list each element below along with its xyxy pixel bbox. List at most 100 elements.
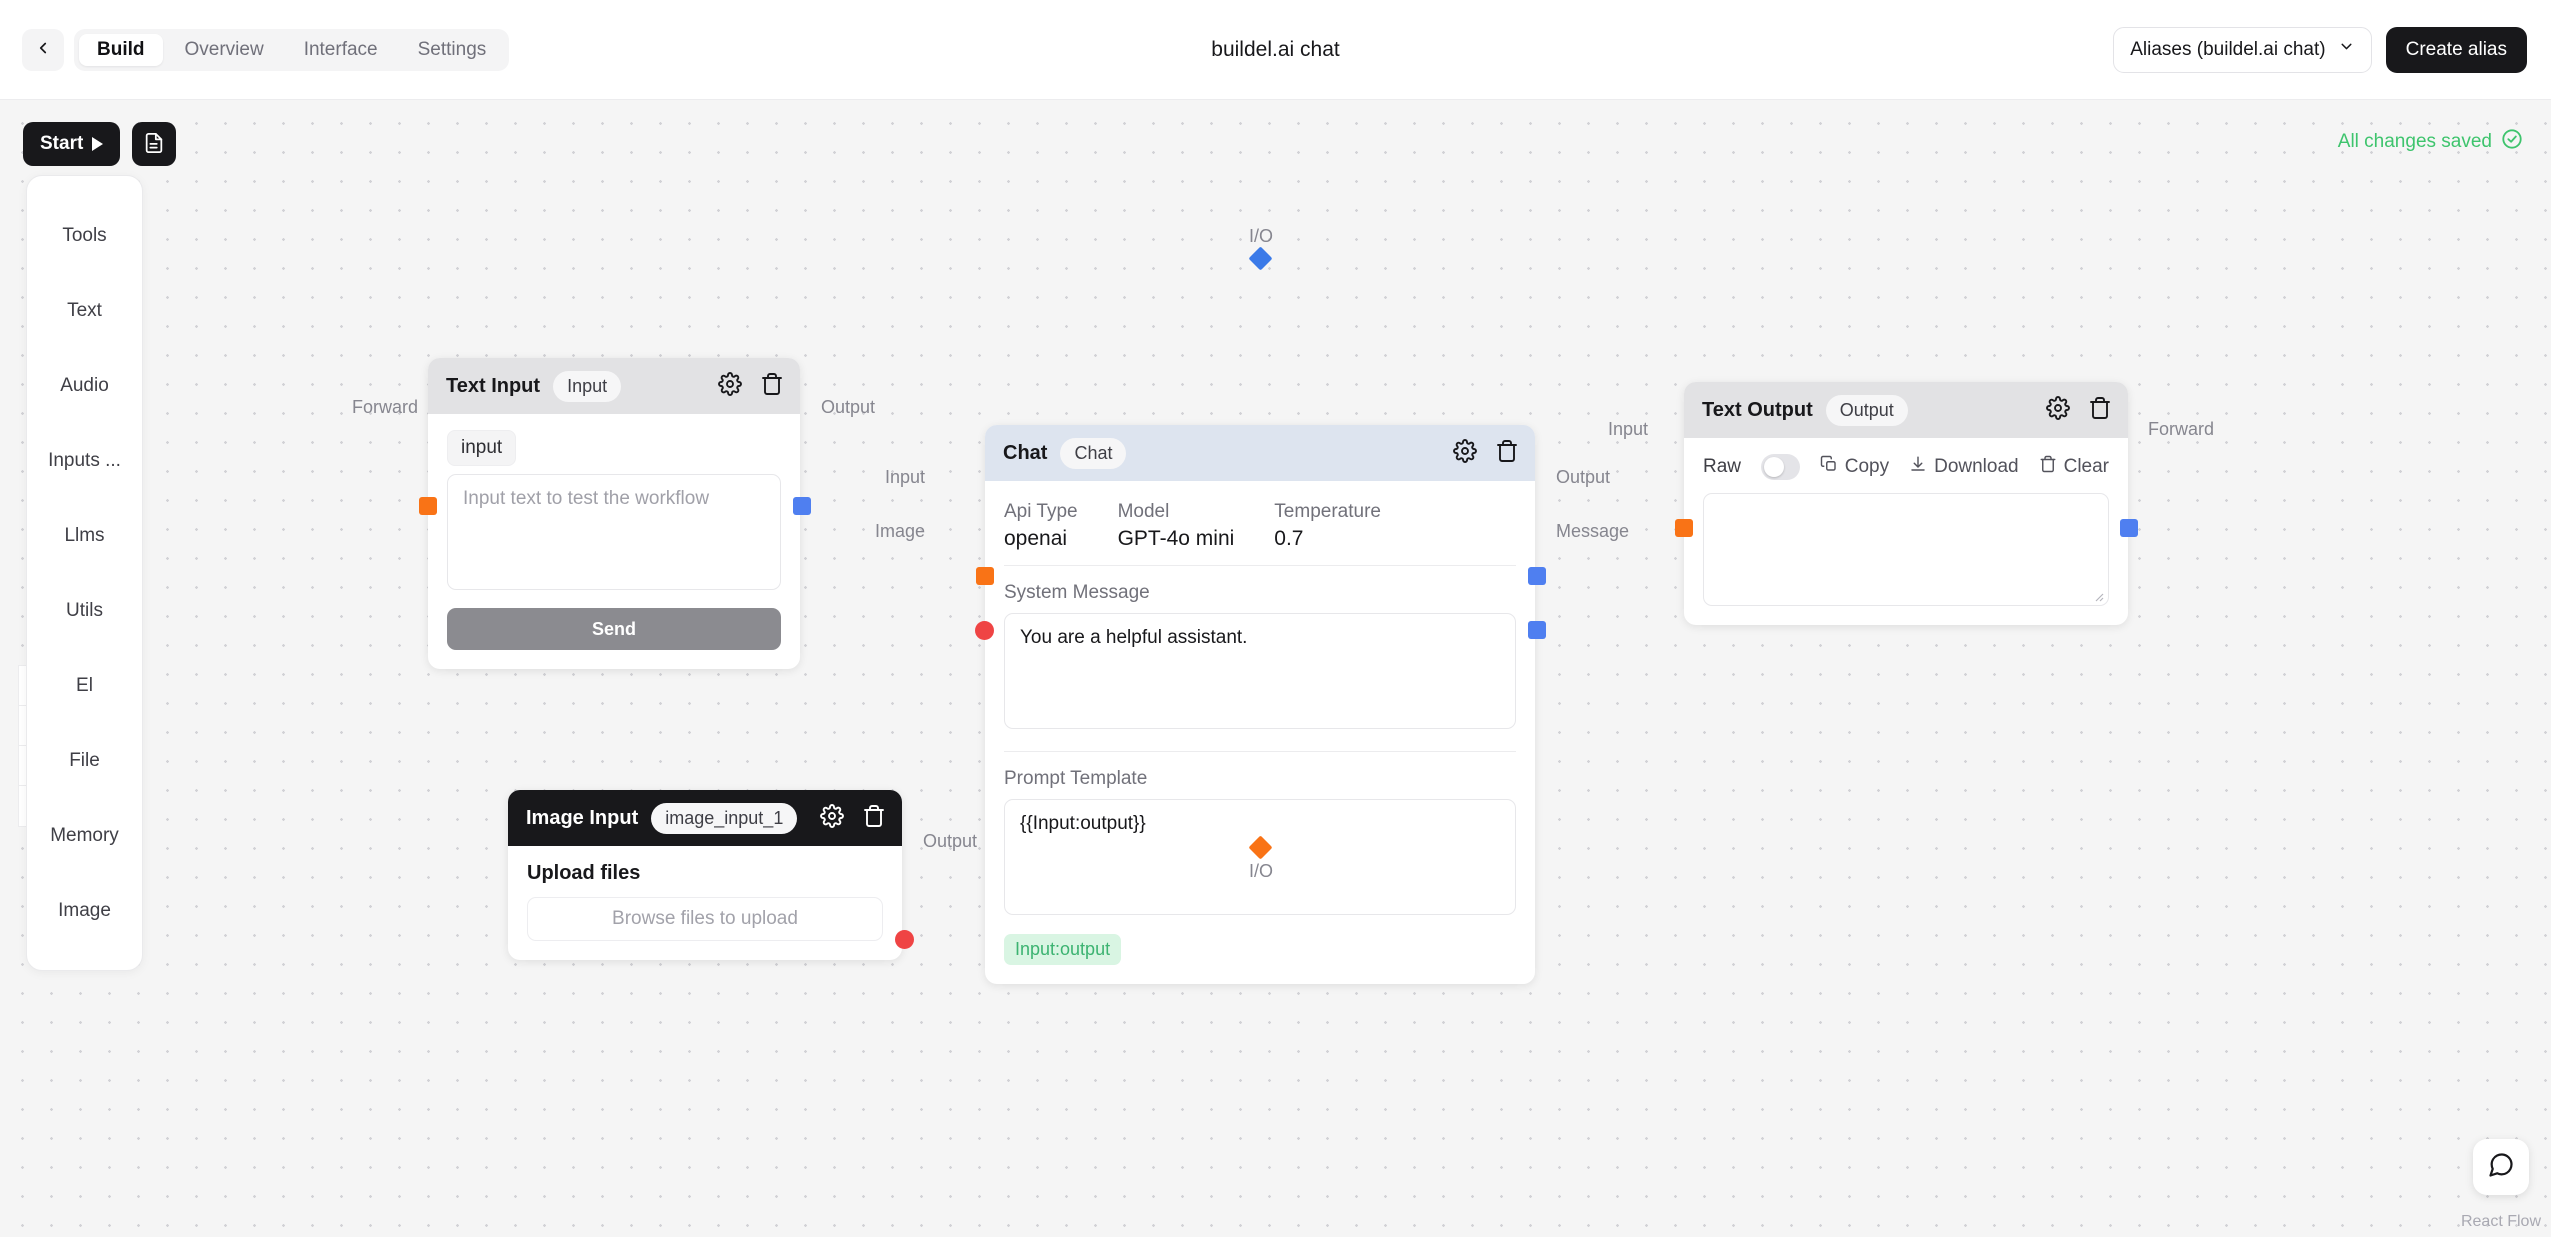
handle-text-output-forward[interactable]	[2120, 519, 2138, 537]
tab-interface[interactable]: Interface	[286, 34, 396, 66]
trash-icon[interactable]	[2088, 396, 2112, 425]
output-toolbar: Raw Copy Download Clear	[1703, 454, 2109, 480]
top-bar-left: Build Overview Interface Settings	[0, 28, 510, 71]
handle-chat-message[interactable]	[1528, 621, 1546, 639]
raw-toggle-knob	[1764, 457, 1785, 477]
param-temperature-value: 0.7	[1274, 527, 1304, 550]
handle-label-text-output-forward: Forward	[2148, 419, 2215, 439]
chat-params: Api Type openai Model GPT-4o mini Temper…	[1004, 497, 1516, 565]
block-item-inputs[interactable]: Inputs ...	[27, 423, 142, 498]
prompt-token-pill[interactable]: Input:output	[1004, 934, 1122, 965]
block-item-file[interactable]: File	[27, 723, 142, 798]
block-item-utils[interactable]: Utils	[27, 573, 142, 648]
block-item-el[interactable]: El	[27, 648, 142, 723]
node-text-input-header: Text Input Input	[428, 358, 800, 414]
handle-chat-image[interactable]	[975, 621, 994, 640]
raw-toggle[interactable]	[1761, 454, 1800, 480]
trash-icon[interactable]	[862, 804, 886, 833]
handle-chat-output[interactable]	[1528, 567, 1546, 585]
save-status: All changes saved	[2338, 128, 2523, 156]
copy-label: Copy	[1844, 456, 1890, 477]
resize-handle-icon[interactable]	[2092, 590, 2104, 602]
run-toolbar: Start	[23, 122, 177, 166]
trash-icon[interactable]	[760, 372, 784, 401]
download-label: Download	[1934, 456, 2019, 477]
text-input-textarea[interactable]	[447, 474, 781, 590]
handle-text-input-output[interactable]	[793, 497, 811, 515]
block-item-audio[interactable]: Audio	[27, 348, 142, 423]
save-status-label: All changes saved	[2337, 131, 2492, 152]
copy-icon	[1820, 455, 1838, 479]
node-text-output-chip: Output	[1825, 394, 1908, 426]
handle-label-chat-image: Image	[874, 521, 925, 541]
node-text-input[interactable]: Text Input Input input Input text to tes…	[428, 358, 800, 669]
blocks-panel: Tools Text Audio Inputs ... Llms Utils E…	[26, 175, 143, 971]
node-text-output[interactable]: Text Output Output Raw Copy Download Cle…	[1684, 382, 2128, 625]
clear-button[interactable]: Clear	[2039, 455, 2109, 479]
block-item-memory[interactable]: Memory	[27, 798, 142, 873]
param-model: Model GPT-4o mini	[1118, 501, 1235, 551]
handle-label-image-input-output: Output	[923, 831, 978, 851]
node-chat-actions	[1453, 438, 1519, 468]
tab-settings[interactable]: Settings	[400, 34, 505, 66]
gear-icon[interactable]	[820, 803, 844, 833]
chat-bubble-icon	[2487, 1151, 2515, 1184]
back-button[interactable]	[22, 28, 64, 71]
node-text-input-body: input Send	[428, 414, 800, 669]
gear-icon[interactable]	[1453, 438, 1477, 468]
node-chat-title: Chat	[1003, 441, 1048, 464]
tab-overview[interactable]: Overview	[167, 34, 282, 66]
output-textarea[interactable]	[1703, 493, 2109, 606]
block-item-image[interactable]: Image	[27, 873, 142, 948]
play-icon	[92, 137, 104, 151]
chat-divider-2	[1004, 751, 1516, 752]
top-bar-right: Aliases (buildel.ai chat) Create alias	[2113, 26, 2551, 73]
gear-icon[interactable]	[2046, 395, 2070, 425]
document-icon	[143, 132, 165, 157]
node-chat-header: Chat Chat	[985, 425, 1535, 481]
block-item-text[interactable]: Text	[27, 273, 142, 348]
document-button[interactable]	[132, 122, 177, 166]
handle-label-chat-message: Message	[1556, 521, 1630, 541]
block-item-tools[interactable]: Tools	[27, 198, 142, 273]
file-dropzone[interactable]: Browse files to upload	[527, 897, 883, 941]
check-circle-icon	[2501, 128, 2523, 156]
handle-text-output-input[interactable]	[1675, 519, 1693, 537]
node-text-output-header: Text Output Output	[1684, 382, 2128, 438]
system-message-textarea[interactable]	[1004, 613, 1516, 729]
node-chat-chip: Chat	[1060, 437, 1127, 469]
handle-chat-input[interactable]	[976, 567, 994, 585]
main-tabs: Build Overview Interface Settings	[74, 28, 510, 71]
handle-label-text-input-output: Output	[821, 397, 876, 417]
node-text-output-body: Raw Copy Download Clear	[1684, 438, 2128, 625]
upload-files-title: Upload files	[527, 862, 641, 884]
copy-button[interactable]: Copy	[1820, 455, 1889, 479]
node-chat[interactable]: Chat Chat Api Type openai Model GPT-4o m…	[985, 425, 1535, 984]
input-name-tag: input	[447, 430, 517, 466]
react-flow-attribution[interactable]: React Flow	[2461, 1213, 2541, 1231]
gear-icon[interactable]	[718, 371, 742, 401]
create-alias-button[interactable]: Create alias	[2385, 26, 2527, 73]
start-label: Start	[40, 133, 84, 154]
node-text-output-title: Text Output	[1702, 398, 1813, 421]
alias-select[interactable]: Aliases (buildel.ai chat)	[2113, 26, 2372, 73]
tab-build[interactable]: Build	[79, 33, 163, 66]
clear-label: Clear	[2063, 456, 2109, 477]
handle-chat-io-top[interactable]	[1248, 246, 1273, 271]
prompt-template-label: Prompt Template	[1004, 768, 1148, 789]
node-image-input-body: Upload files Browse files to upload	[508, 846, 902, 960]
param-model-value: GPT-4o mini	[1117, 527, 1235, 550]
block-item-llms[interactable]: Llms	[27, 498, 142, 573]
handle-image-input-output[interactable]	[895, 930, 914, 949]
handle-label-text-input-forward: Forward	[352, 397, 419, 417]
send-button[interactable]: Send	[447, 608, 781, 650]
node-image-input-title: Image Input	[526, 806, 639, 829]
trash-icon[interactable]	[1495, 439, 1519, 468]
start-button[interactable]: Start	[23, 122, 121, 166]
flow-canvas[interactable]: Start All changes saved Tools Text Audio…	[0, 100, 2551, 1237]
handle-text-input-forward[interactable]	[419, 497, 437, 515]
chat-bubble-button[interactable]	[2473, 1139, 2529, 1195]
system-message-label: System Message	[1004, 582, 1150, 603]
node-image-input[interactable]: Image Input image_input_1 Upload files B…	[508, 790, 902, 960]
download-button[interactable]: Download	[1909, 455, 2019, 479]
